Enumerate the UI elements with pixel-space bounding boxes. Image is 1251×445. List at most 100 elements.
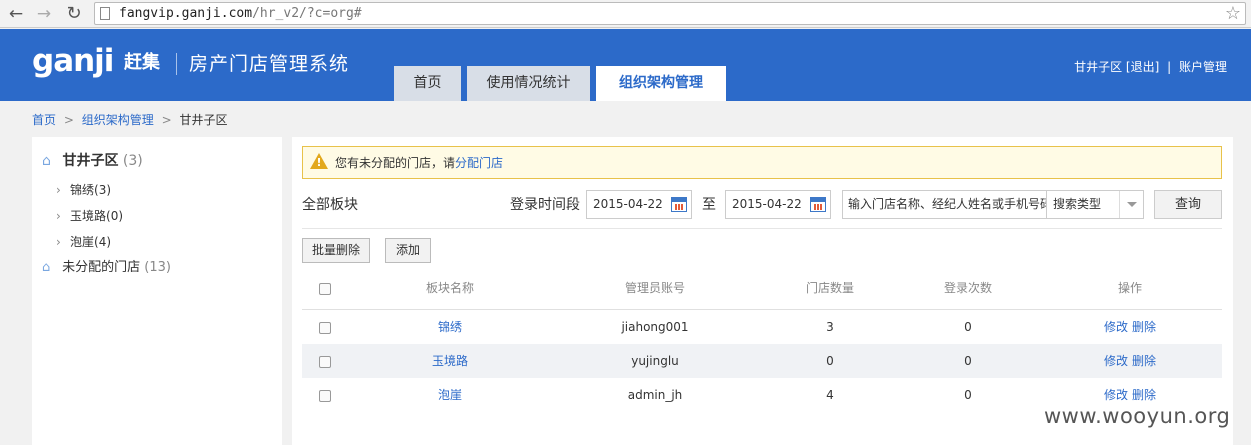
row-checkbox[interactable] <box>319 310 331 344</box>
login-count: 0 <box>964 388 972 402</box>
logout-link[interactable]: [退出] <box>1126 59 1159 75</box>
tab-home[interactable]: 首页 <box>394 66 461 101</box>
main-panel: ! 您有未分配的门店，请分配门店 全部板块 登录时间段 2015-04-22 至… <box>292 137 1233 445</box>
calendar-icon[interactable] <box>810 197 826 212</box>
add-button[interactable]: 添加 <box>385 238 431 263</box>
system-title: 房产门店管理系统 <box>189 53 350 75</box>
account-management-link[interactable]: 账户管理 <box>1179 59 1227 75</box>
row-checkbox[interactable] <box>319 378 331 412</box>
col-block-name: 板块名称 <box>425 281 474 295</box>
unassigned-count: (13) <box>144 260 171 275</box>
calendar-icon[interactable] <box>671 197 687 212</box>
unassigned-name: 未分配的门店 <box>62 260 141 275</box>
user-name: 甘井子区 <box>1074 60 1123 74</box>
block-name-link[interactable]: 玉境路 <box>390 344 510 378</box>
breadcrumb-sep: > <box>63 113 74 127</box>
tree-root-count: (3) <box>122 153 143 169</box>
tree-item-count: (0) <box>106 209 124 223</box>
home-icon: ⌂ <box>42 153 51 169</box>
search-input[interactable]: 输入门店名称、经纪人姓名或手机号码 <box>842 190 1046 219</box>
login-time-label: 登录时间段 <box>510 197 580 213</box>
chevron-right-icon: › <box>56 235 61 249</box>
edit-link[interactable]: 修改 <box>1104 388 1128 402</box>
app-header: ganji 赶集 房产门店管理系统 首页 使用情况统计 组织架构管理 甘井子区 … <box>0 29 1251 101</box>
forward-arrow-icon[interactable]: → <box>34 4 54 24</box>
browser-toolbar: ← → ↻ fangvip.ganji.com/hr_v2/?c=org# ☆ <box>0 0 1251 28</box>
unassigned-notice: ! 您有未分配的门店，请分配门店 <box>302 146 1222 179</box>
tree-item-count: (4) <box>94 235 112 249</box>
to-label: 至 <box>702 197 716 213</box>
query-button[interactable]: 查询 <box>1154 190 1222 219</box>
address-bar[interactable]: fangvip.ganji.com/hr_v2/?c=org# ☆ <box>94 2 1246 25</box>
back-arrow-icon[interactable]: ← <box>6 4 26 24</box>
warning-mark: ! <box>316 156 322 169</box>
notice-text: 您有未分配的门店，请分配门店 <box>335 156 504 170</box>
breadcrumb-home[interactable]: 首页 <box>32 113 56 127</box>
block-name-link[interactable]: 锦绣 <box>390 310 510 344</box>
col-login-count: 登录次数 <box>943 281 992 295</box>
tree-item-name: 玉境路 <box>70 209 107 223</box>
row-operations: 修改 删除 <box>1070 344 1190 378</box>
blocks-table: 板块名称 管理员账号 门店数量 登录次数 操作 锦绣 jiahong001 3 … <box>302 273 1222 412</box>
admin-account: admin_jh <box>627 388 683 402</box>
ganji-logo-cn: 赶集 <box>124 52 160 73</box>
tree-item-jinxiu[interactable]: › 锦绣(3) <box>56 181 111 199</box>
table-row: 锦绣 jiahong001 3 0 修改 删除 <box>302 310 1222 344</box>
org-tree-sidebar: ⌂ 甘井子区 (3) › 锦绣(3) › 玉境路(0) › 泡崖(4) ⌂ 未分配的门… <box>32 137 282 445</box>
delete-link[interactable]: 删除 <box>1132 388 1156 402</box>
watermark: www.wooyun.org <box>1044 404 1231 428</box>
reload-icon[interactable]: ↻ <box>64 4 84 24</box>
delete-link[interactable]: 删除 <box>1132 320 1156 334</box>
assign-stores-link[interactable]: 分配门店 <box>455 156 503 170</box>
edit-link[interactable]: 修改 <box>1104 320 1128 334</box>
page-icon <box>100 7 110 20</box>
block-name-link[interactable]: 泡崖 <box>390 378 510 412</box>
tree-item-count: (3) <box>94 183 112 197</box>
chevron-right-icon: › <box>56 183 61 197</box>
logo-divider <box>176 53 177 75</box>
admin-account: jiahong001 <box>621 320 689 334</box>
tree-root[interactable]: ⌂ 甘井子区 (3) <box>42 151 143 171</box>
date-from-value: 2015-04-22 <box>593 197 663 211</box>
tab-usage-stats[interactable]: 使用情况统计 <box>467 66 590 101</box>
chevron-right-icon: › <box>56 209 61 223</box>
store-count: 0 <box>826 354 834 368</box>
row-checkbox[interactable] <box>319 344 331 378</box>
tree-item-yujinglu[interactable]: › 玉境路(0) <box>56 207 123 225</box>
tree-item-paoya[interactable]: › 泡崖(4) <box>56 233 111 251</box>
col-admin-account: 管理员账号 <box>624 281 685 295</box>
edit-link[interactable]: 修改 <box>1104 354 1128 368</box>
admin-account: yujinglu <box>631 354 679 368</box>
login-count: 0 <box>964 354 972 368</box>
tree-item-unassigned[interactable]: ⌂ 未分配的门店 (13) <box>42 258 171 278</box>
date-to-input[interactable]: 2015-04-22 <box>725 190 831 219</box>
breadcrumb-org[interactable]: 组织架构管理 <box>82 113 154 127</box>
search-type-value: 搜索类型 <box>1053 197 1102 211</box>
bookmark-star-icon[interactable]: ☆ <box>1225 3 1241 24</box>
batch-delete-button[interactable]: 批量删除 <box>302 238 370 263</box>
col-store-count: 门店数量 <box>805 281 854 295</box>
all-blocks-filter[interactable]: 全部板块 <box>302 196 358 214</box>
ganji-logo[interactable]: ganji <box>32 43 114 79</box>
divider <box>302 228 1222 229</box>
tab-org-management[interactable]: 组织架构管理 <box>596 66 726 101</box>
tree-item-name: 锦绣 <box>70 183 95 197</box>
breadcrumb: 首页 > 组织架构管理 > 甘井子区 <box>32 111 227 129</box>
table-header: 板块名称 管理员账号 门店数量 登录次数 操作 <box>302 273 1222 310</box>
row-operations: 修改 删除 <box>1070 310 1190 344</box>
table-row: 玉境路 yujinglu 0 0 修改 删除 <box>302 344 1222 378</box>
store-count: 4 <box>826 388 834 402</box>
chevron-down-icon[interactable] <box>1119 191 1143 218</box>
tree-root-name: 甘井子区 <box>62 153 119 169</box>
store-icon: ⌂ <box>42 260 51 275</box>
store-count: 3 <box>826 320 834 334</box>
search-type-select[interactable]: 搜索类型 <box>1046 190 1144 219</box>
date-to-value: 2015-04-22 <box>732 197 802 211</box>
delete-link[interactable]: 删除 <box>1132 354 1156 368</box>
breadcrumb-current: 甘井子区 <box>179 113 228 127</box>
date-from-input[interactable]: 2015-04-22 <box>586 190 692 219</box>
login-count: 0 <box>964 320 972 334</box>
header-separator: | <box>1167 60 1172 74</box>
select-all-checkbox[interactable] <box>319 273 331 303</box>
url-text: fangvip.ganji.com/hr_v2/?c=org# <box>119 6 362 21</box>
